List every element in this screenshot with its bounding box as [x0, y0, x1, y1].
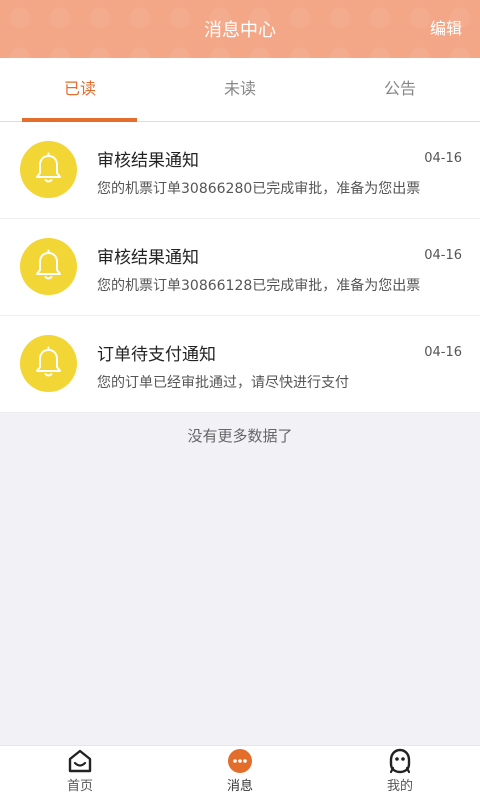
- message-title: 审核结果通知: [97, 151, 199, 171]
- message-icon: [227, 748, 253, 774]
- nav-home-label: 首页: [66, 779, 93, 794]
- tab-read[interactable]: 已读: [0, 58, 160, 122]
- page-title: 消息中心: [204, 20, 276, 41]
- message-date: 04-16: [424, 345, 462, 360]
- nav-home[interactable]: 首页: [0, 746, 160, 800]
- nav-messages-label: 消息: [226, 779, 253, 794]
- nav-profile-label: 我的: [386, 779, 413, 794]
- edit-button[interactable]: 编辑: [430, 0, 462, 58]
- nav-messages[interactable]: 消息: [160, 746, 320, 800]
- message-date: 04-16: [424, 248, 462, 263]
- tab-bar: 已读 未读 公告: [0, 58, 480, 122]
- message-item[interactable]: 审核结果通知 04-16 您的机票订单30866128已完成审批，准备为您出票: [0, 219, 480, 316]
- bell-icon: [20, 238, 77, 295]
- message-description: 您的机票订单30866280已完成审批，准备为您出票: [97, 181, 421, 197]
- bell-icon: [20, 335, 77, 392]
- bottom-nav: 首页 消息 我的: [0, 745, 480, 800]
- tab-unread-label: 未读: [223, 79, 256, 98]
- home-icon: [67, 748, 93, 774]
- profile-icon: [387, 748, 413, 774]
- message-title: 订单待支付通知: [97, 345, 216, 365]
- nav-profile[interactable]: 我的: [320, 746, 480, 800]
- bell-icon: [20, 141, 77, 198]
- app-header: 消息中心 编辑: [0, 0, 480, 58]
- tab-read-label: 已读: [63, 79, 96, 98]
- tab-unread[interactable]: 未读: [160, 58, 320, 121]
- tab-announcement[interactable]: 公告: [320, 58, 480, 121]
- tab-announcement-label: 公告: [383, 79, 416, 98]
- message-list: 审核结果通知 04-16 您的机票订单30866280已完成审批，准备为您出票 …: [0, 122, 480, 413]
- no-more-data-text: 没有更多数据了: [187, 427, 293, 445]
- message-date: 04-16: [424, 151, 462, 166]
- message-item[interactable]: 订单待支付通知 04-16 您的订单已经审批通过，请尽快进行支付: [0, 316, 480, 413]
- message-description: 您的机票订单30866128已完成审批，准备为您出票: [97, 278, 421, 294]
- message-item[interactable]: 审核结果通知 04-16 您的机票订单30866280已完成审批，准备为您出票: [0, 122, 480, 219]
- message-description: 您的订单已经审批通过，请尽快进行支付: [97, 375, 349, 391]
- message-title: 审核结果通知: [97, 248, 199, 268]
